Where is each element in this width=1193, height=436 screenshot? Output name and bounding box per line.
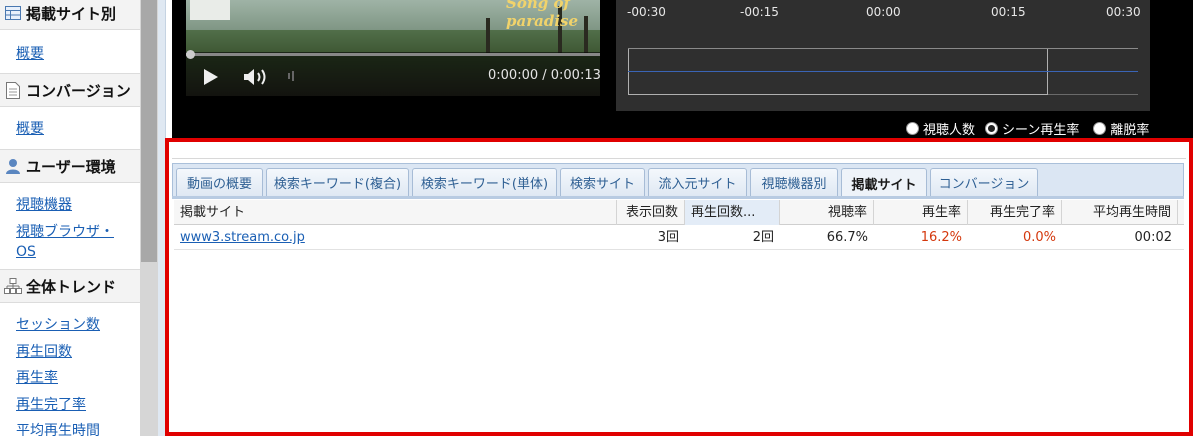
cell-play-rate: 16.2% bbox=[920, 230, 962, 245]
section-title: 掲載サイト別 bbox=[26, 4, 117, 23]
cell-view-rate: 66.7% bbox=[826, 230, 868, 245]
tab-video-overview[interactable]: 動画の概要 bbox=[176, 168, 263, 196]
publishing-site-table: 掲載サイト 表示回数 再生回数... 視聴率 再生率 再生完了率 平均再生時間 … bbox=[174, 200, 1184, 430]
volume-button[interactable] bbox=[243, 68, 271, 86]
tab-publishing-site[interactable]: 掲載サイト bbox=[841, 168, 927, 198]
section-header-user-env: ユーザー環境 bbox=[0, 149, 140, 183]
radio-label: 視聴人数 bbox=[923, 122, 976, 138]
col-header-site[interactable]: 掲載サイト bbox=[174, 200, 617, 225]
radio-label: 離脱率 bbox=[1110, 122, 1150, 138]
section-title: ユーザー環境 bbox=[26, 157, 116, 176]
sidebar: 掲載サイト別 概要 コンバージョン 概要 ユーザー環境 視聴機器 視聴ブラウザ・… bbox=[0, 0, 140, 436]
radio-indicator bbox=[906, 121, 919, 135]
section-header-trend: 全体トレンド bbox=[0, 269, 140, 303]
sidebar-link-plays[interactable]: 再生回数 bbox=[16, 342, 72, 362]
tab-underline bbox=[172, 196, 1184, 199]
radio-indicator bbox=[985, 121, 999, 135]
graph-baseline bbox=[1048, 94, 1138, 95]
sidebar-link-device[interactable]: 視聴機器 bbox=[16, 195, 72, 215]
cell-avg-play-time: 00:02 bbox=[1134, 230, 1172, 245]
table-row: www3.stream.co.jp 3回 2回 66.7% 16.2% 0.0%… bbox=[174, 226, 1184, 250]
cell-plays: 2回 bbox=[752, 230, 774, 245]
cell-site-link[interactable]: www3.stream.co.jp bbox=[174, 226, 617, 250]
video-title-overlay: Song of paradise bbox=[506, 0, 579, 30]
seek-handle[interactable] bbox=[186, 50, 195, 59]
tab-search-keyword-combined[interactable]: 検索キーワード(複合) bbox=[266, 168, 409, 196]
col-header-completion-rate[interactable]: 再生完了率 bbox=[968, 200, 1062, 225]
radio-indicator bbox=[1093, 121, 1107, 135]
panel-separator bbox=[172, 158, 1186, 159]
col-header-plays[interactable]: 再生回数... bbox=[685, 200, 780, 225]
tab-search-site[interactable]: 検索サイト bbox=[560, 168, 645, 196]
user-icon bbox=[4, 157, 22, 175]
tab-referrer-site[interactable]: 流入元サイト bbox=[648, 168, 747, 196]
play-button[interactable] bbox=[203, 68, 219, 86]
sidebar-link-browser-os[interactable]: 視聴ブラウザ・ bbox=[16, 222, 114, 242]
sidebar-link-completion-rate[interactable]: 再生完了率 bbox=[16, 395, 86, 415]
volume-level-icon bbox=[288, 70, 294, 81]
cell-impressions: 3回 bbox=[657, 230, 679, 245]
document-icon bbox=[4, 81, 22, 99]
graph-tick: -00:30 bbox=[627, 5, 666, 19]
graph-tick: -00:15 bbox=[740, 5, 779, 19]
sidebar-link-play-rate[interactable]: 再生率 bbox=[16, 368, 58, 388]
tab-search-keyword-single[interactable]: 検索キーワード(単体) bbox=[412, 168, 557, 196]
sitemap-icon bbox=[4, 277, 22, 295]
table-header-row: 掲載サイト 表示回数 再生回数... 視聴率 再生率 再生完了率 平均再生時間 bbox=[174, 200, 1184, 225]
sidebar-link-avg-play-time[interactable]: 平均再生時間 bbox=[16, 421, 100, 436]
graph-tick: 00:00 bbox=[866, 5, 901, 19]
section-title: コンバージョン bbox=[26, 81, 131, 100]
graph-series-line bbox=[628, 71, 1138, 72]
time-readout: 0:00:00 / 0:00:13 bbox=[488, 68, 601, 83]
seek-bar[interactable] bbox=[186, 53, 600, 56]
col-header-avg-play-time[interactable]: 平均再生時間 bbox=[1062, 200, 1178, 225]
play-icon bbox=[204, 69, 218, 85]
radio-scene-play-rate[interactable]: シーン再生率 bbox=[985, 119, 1079, 138]
graph-tick: 00:30 bbox=[1106, 5, 1141, 19]
video-palm bbox=[486, 18, 490, 56]
tab-bar: 動画の概要 検索キーワード(複合) 検索キーワード(単体) 検索サイト 流入元サ… bbox=[172, 163, 1184, 198]
tab-conversion[interactable]: コンバージョン bbox=[930, 168, 1038, 196]
graph-gridline bbox=[628, 48, 1138, 49]
col-header-play-rate[interactable]: 再生率 bbox=[874, 200, 968, 225]
radio-viewers[interactable]: 視聴人数 bbox=[906, 119, 975, 138]
sidebar-link-conversion-overview[interactable]: 概要 bbox=[16, 119, 44, 139]
cell-completion-rate: 0.0% bbox=[1022, 230, 1056, 245]
graph-tick: 00:15 bbox=[991, 5, 1026, 19]
section-header-conversion: コンバージョン bbox=[0, 73, 140, 107]
sidebar-link-browser-os-cont[interactable]: OS bbox=[16, 242, 36, 262]
tab-device[interactable]: 視聴機器別 bbox=[750, 168, 838, 196]
sidebar-link-site-overview[interactable]: 概要 bbox=[16, 44, 44, 64]
radio-exit-rate[interactable]: 離脱率 bbox=[1093, 119, 1149, 138]
radio-label: シーン再生率 bbox=[1002, 122, 1080, 138]
video-house bbox=[190, 0, 230, 20]
speaker-icon bbox=[244, 69, 266, 85]
sidebar-link-sessions[interactable]: セッション数 bbox=[16, 315, 100, 335]
col-header-impressions[interactable]: 表示回数 bbox=[617, 200, 685, 225]
section-header-site: 掲載サイト別 bbox=[0, 0, 140, 30]
section-title: 全体トレンド bbox=[26, 277, 117, 296]
sidebar-scroll-thumb[interactable] bbox=[141, 0, 157, 262]
col-header-view-rate[interactable]: 視聴率 bbox=[780, 200, 874, 225]
graph-mode-radios: 視聴人数 シーン再生率 離脱率 bbox=[906, 119, 1149, 138]
table-icon bbox=[4, 4, 22, 22]
